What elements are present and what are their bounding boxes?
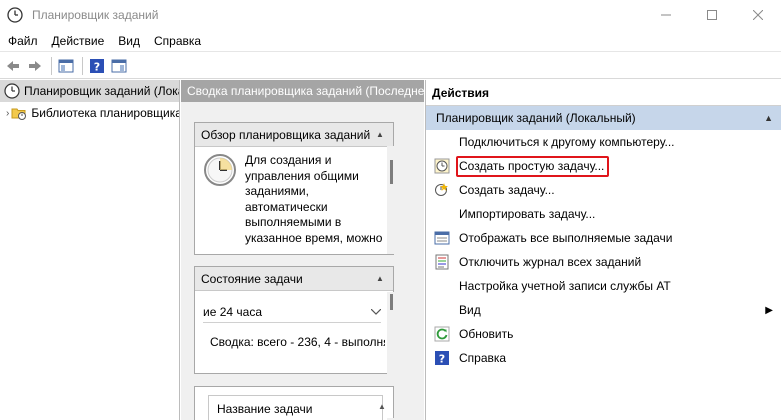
title-bar: Планировщик заданий xyxy=(0,0,781,30)
period-select[interactable]: ие 24 часа xyxy=(203,301,381,323)
period-select-value: ие 24 часа xyxy=(203,304,262,319)
overview-section-title: Обзор планировщика заданий xyxy=(201,127,371,142)
svg-text:?: ? xyxy=(94,60,100,73)
task-status-section-header[interactable]: Состояние задачи ▲ xyxy=(195,267,393,291)
overview-section-header[interactable]: Обзор планировщика заданий ▲ xyxy=(195,123,393,147)
tree-item-label: Планировщик заданий (Локальный) xyxy=(24,84,179,98)
collapse-up-icon[interactable]: ▲ xyxy=(373,272,387,286)
show-hide-action-pane-button[interactable] xyxy=(109,56,129,76)
toolbar: ? xyxy=(0,53,781,79)
action-help[interactable]: ? Справка xyxy=(426,346,781,370)
collapse-up-icon[interactable]: ▲ xyxy=(373,128,387,142)
maximize-button[interactable] xyxy=(689,0,735,30)
collapse-up-icon[interactable]: ▲ xyxy=(764,113,773,123)
action-label: Вид xyxy=(459,303,481,317)
toolbar-separator xyxy=(82,56,83,75)
menu-bar: Файл Действие Вид Справка xyxy=(0,30,781,52)
back-button[interactable] xyxy=(3,56,23,76)
tree-item-task-library[interactable]: › Библиотека планировщика заданий xyxy=(0,102,179,124)
overview-scrollbar[interactable] xyxy=(387,146,395,254)
action-label: Справка xyxy=(459,351,507,365)
show-hide-console-tree-button[interactable] xyxy=(56,56,76,76)
clock-icon xyxy=(4,83,20,99)
action-at-service-account[interactable]: Настройка учетной записи службы AT xyxy=(426,274,781,298)
overview-section: Обзор планировщика заданий ▲ Для создани… xyxy=(194,122,394,255)
task-summary-text: Сводка: всего - 236, 4 - выполняется xyxy=(210,335,385,349)
action-connect-computer[interactable]: Подключиться к другому компьютеру... xyxy=(426,130,781,154)
menu-help[interactable]: Справка xyxy=(148,34,207,48)
action-disable-history[interactable]: Отключить журнал всех заданий xyxy=(426,250,781,274)
action-view[interactable]: Вид ▶ xyxy=(426,298,781,322)
scrollbar-thumb[interactable] xyxy=(390,160,393,184)
menu-action[interactable]: Действие xyxy=(46,34,111,48)
overview-text: Для создания и управления общими задания… xyxy=(245,153,383,245)
scrollbar-thumb[interactable] xyxy=(390,294,393,310)
running-tasks-icon xyxy=(434,230,450,246)
action-label: Отключить журнал всех заданий xyxy=(459,255,642,269)
chevron-right-icon[interactable]: › xyxy=(6,108,9,119)
menu-view[interactable]: Вид xyxy=(112,34,146,48)
console-tree: Планировщик заданий (Локальный) › Библио… xyxy=(0,80,180,420)
actions-header: Действия xyxy=(426,80,781,106)
tree-item-task-scheduler-local[interactable]: Планировщик заданий (Локальный) xyxy=(0,80,179,102)
status-scrollbar[interactable] xyxy=(387,292,395,374)
action-label: Подключиться к другому компьютеру... xyxy=(459,135,675,149)
clock-large-icon xyxy=(203,153,237,187)
scroll-up-icon[interactable]: ▲ xyxy=(378,402,386,411)
summary-pane: Сводка планировщика заданий (Последнее о… xyxy=(181,80,424,420)
toolbar-separator xyxy=(51,56,52,75)
forward-button[interactable] xyxy=(25,56,45,76)
create-task-icon xyxy=(434,182,450,198)
tree-item-label: Библиотека планировщика заданий xyxy=(31,106,179,120)
submenu-arrow-icon: ▶ xyxy=(765,304,773,316)
window-title: Планировщик заданий xyxy=(32,8,159,22)
help-icon: ? xyxy=(434,350,450,366)
action-display-running-tasks[interactable]: Отображать все выполняемые задачи xyxy=(426,226,781,250)
column-task-name: Название задачи xyxy=(217,402,313,416)
create-basic-task-icon xyxy=(434,158,450,174)
help-toolbar-button[interactable]: ? xyxy=(87,56,107,76)
action-import-task[interactable]: Импортировать задачу... xyxy=(426,202,781,226)
action-label: Создать задачу... xyxy=(459,183,555,197)
minimize-button[interactable] xyxy=(643,0,689,30)
chevron-down-icon xyxy=(371,308,381,315)
actions-pane: Действия Планировщик заданий (Локальный)… xyxy=(425,80,781,420)
action-label: Обновить xyxy=(459,327,514,341)
menu-file[interactable]: Файл xyxy=(2,34,44,48)
folder-clock-icon xyxy=(11,105,27,121)
clock-app-icon xyxy=(7,7,23,23)
close-button[interactable] xyxy=(735,0,781,30)
highlight-box xyxy=(456,156,609,177)
history-log-icon xyxy=(434,254,450,270)
task-status-section-title: Состояние задачи xyxy=(201,271,303,286)
actions-group-title: Планировщик заданий (Локальный) xyxy=(436,111,636,125)
refresh-icon xyxy=(434,326,450,342)
actions-group-header[interactable]: Планировщик заданий (Локальный) ▲ xyxy=(426,106,781,130)
action-label: Импортировать задачу... xyxy=(459,207,596,221)
summary-header: Сводка планировщика заданий (Последнее о… xyxy=(181,80,424,102)
task-status-section: Состояние задачи ▲ ие 24 часа Сводка: вс… xyxy=(194,266,394,374)
action-label: Отображать все выполняемые задачи xyxy=(459,231,673,245)
task-table: Название задачи xyxy=(194,386,394,420)
table-column-header[interactable]: Название задачи xyxy=(208,395,383,420)
svg-text:?: ? xyxy=(439,353,445,366)
action-create-task[interactable]: Создать задачу... xyxy=(426,178,781,202)
action-label: Настройка учетной записи службы AT xyxy=(459,279,671,293)
action-refresh[interactable]: Обновить xyxy=(426,322,781,346)
